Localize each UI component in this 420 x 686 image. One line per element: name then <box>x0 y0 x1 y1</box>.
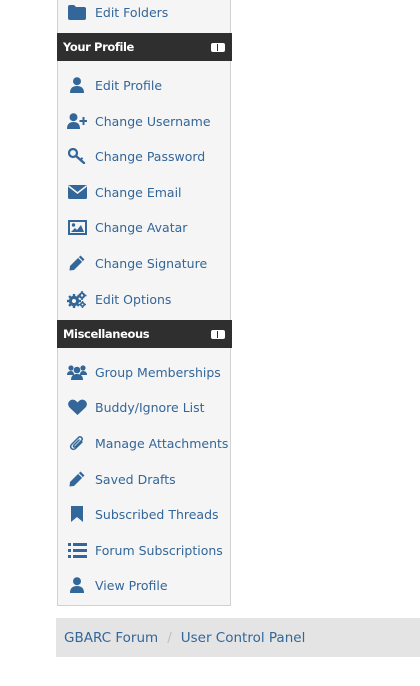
sidebar-item-label: Edit Options <box>95 291 172 307</box>
sidebar-item-manage-attachments[interactable]: Manage Attachments <box>58 425 232 461</box>
cogs-icon <box>67 290 87 308</box>
sidebar-item-label: Manage Attachments <box>95 435 229 451</box>
user-plus-icon <box>67 112 87 130</box>
sidebar-item-label: View Profile <box>95 577 168 593</box>
sidebar-item-label: Change Password <box>95 148 206 164</box>
sidebar-item-label: Subscribed Threads <box>95 506 219 522</box>
sidebar-item-label: Change Avatar <box>95 219 188 235</box>
sidebar-item-label: Edit Folders <box>95 4 169 20</box>
sidebar-item-label: Group Memberships <box>95 364 221 380</box>
users-icon <box>67 363 87 381</box>
sidebar-item-forum-subscriptions[interactable]: Forum Subscriptions <box>58 532 232 568</box>
section-header-miscellaneous: Miscellaneous <box>57 320 232 348</box>
list-icon <box>67 541 87 559</box>
sidebar-item-change-email[interactable]: Change Email <box>58 174 232 210</box>
breadcrumb: GBARC Forum / User Control Panel <box>56 618 420 657</box>
sidebar-item-label: Forum Subscriptions <box>95 542 223 558</box>
heart-icon <box>67 398 87 416</box>
paperclip-icon <box>67 434 87 452</box>
image-icon <box>67 218 87 236</box>
sidebar-item-label: Change Email <box>95 184 182 200</box>
collapse-toggle-icon[interactable] <box>211 330 225 339</box>
bookmark-icon <box>67 505 87 523</box>
breadcrumb-link-user-control-panel[interactable]: User Control Panel <box>181 630 306 646</box>
sidebar-item-label: Buddy/Ignore List <box>95 399 205 415</box>
sidebar-item-buddy-ignore-list[interactable]: Buddy/Ignore List <box>58 389 232 425</box>
section-header-your-profile: Your Profile <box>57 33 232 61</box>
section-title: Miscellaneous <box>63 327 150 341</box>
sidebar-item-subscribed-threads[interactable]: Subscribed Threads <box>58 496 232 532</box>
sidebar-item-change-signature[interactable]: Change Signature <box>58 245 232 281</box>
usercp-sidebar: Edit Folders Your Profile Edit Profile C… <box>57 0 232 606</box>
sidebar-item-saved-drafts[interactable]: Saved Drafts <box>58 461 232 497</box>
sidebar-item-edit-profile[interactable]: Edit Profile <box>58 67 232 103</box>
pencil-icon <box>67 254 87 272</box>
sidebar-item-group-memberships[interactable]: Group Memberships <box>58 354 232 390</box>
sidebar-item-change-avatar[interactable]: Change Avatar <box>58 209 232 245</box>
sidebar-item-change-password[interactable]: Change Password <box>58 138 232 174</box>
collapse-toggle-icon[interactable] <box>211 43 225 52</box>
section-title: Your Profile <box>63 40 134 54</box>
breadcrumb-link-forum[interactable]: GBARC Forum <box>64 630 158 646</box>
sidebar-item-view-profile[interactable]: View Profile <box>58 567 232 603</box>
sidebar-item-label: Edit Profile <box>95 77 163 93</box>
sidebar-item-label: Saved Drafts <box>95 471 176 487</box>
key-icon <box>67 147 87 165</box>
pencil-icon <box>67 470 87 488</box>
sidebar-item-change-username[interactable]: Change Username <box>58 103 232 139</box>
envelope-icon <box>67 183 87 201</box>
sidebar-item-label: Change Signature <box>95 255 208 271</box>
sidebar-item-edit-folders[interactable]: Edit Folders <box>58 0 232 30</box>
folder-icon <box>67 3 87 21</box>
sidebar-item-label: Change Username <box>95 113 211 129</box>
breadcrumb-separator: / <box>167 629 172 646</box>
sidebar-item-edit-options[interactable]: Edit Options <box>58 281 232 317</box>
user-icon <box>67 76 87 94</box>
user-icon <box>67 576 87 594</box>
